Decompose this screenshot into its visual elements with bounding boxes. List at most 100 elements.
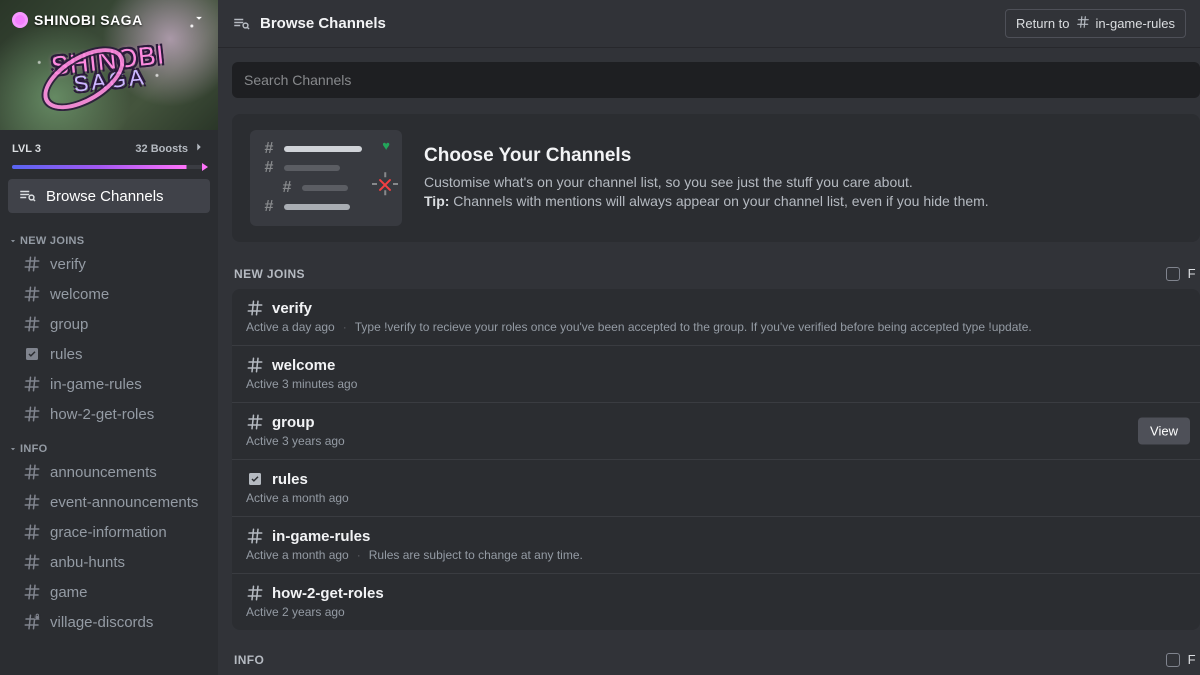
hash-icon <box>246 299 264 317</box>
sidebar-item-village-discords[interactable]: village-discords <box>6 608 212 636</box>
sidebar-item-label: village-discords <box>50 614 204 631</box>
search-channels[interactable] <box>232 62 1200 98</box>
sidebar-item-label: rules <box>50 346 204 363</box>
hash-icon <box>22 315 42 333</box>
hash-icon <box>246 584 264 602</box>
channel-name: welcome <box>272 357 335 374</box>
server-banner[interactable]: SHINOBI SAGA SHINOBI SAGA <box>0 0 218 130</box>
sidebar-item-grace-information[interactable]: grace-information <box>6 518 212 546</box>
channel-active: Active a month ago <box>246 548 349 562</box>
main-area: Browse Channels Return to in-game-rules … <box>218 0 1200 675</box>
browse-icon <box>18 187 36 205</box>
hero-illustration: ♥ # # # # <box>250 130 402 226</box>
channel-active: Active 3 years ago <box>246 434 345 448</box>
boost-row[interactable]: LVL 3 32 Boosts <box>0 130 218 163</box>
channel-row-welcome[interactable]: welcome Active 3 minutes ago <box>232 346 1200 403</box>
rules-icon <box>22 345 42 363</box>
channel-name: group <box>272 414 315 431</box>
sidebar-item-in-game-rules[interactable]: in-game-rules <box>6 370 212 398</box>
channel-row-in-game-rules[interactable]: in-game-rules Active a month ago · Rules… <box>232 517 1200 574</box>
sidebar-item-label: anbu-hunts <box>50 554 204 571</box>
hash-icon <box>22 493 42 511</box>
channel-row-group[interactable]: group Active 3 years ago View <box>232 403 1200 460</box>
follow-category-checkbox[interactable] <box>1166 267 1180 281</box>
server-badge-icon <box>12 12 28 28</box>
chevron-down-icon <box>8 444 18 454</box>
sidebar-item-label: welcome <box>50 286 204 303</box>
server-wordmark: SHINOBI SAGA <box>50 43 168 97</box>
sidebar-item-verify[interactable]: verify <box>6 250 212 278</box>
section-title: NEW JOINS <box>234 267 305 281</box>
channel-active: Active 2 years ago <box>246 605 345 619</box>
heart-icon: ♥ <box>382 138 390 153</box>
section-header-new-joins: NEW JOINS F <box>232 262 1200 289</box>
channel-row-verify[interactable]: verify Active a day ago · Type !verify t… <box>232 289 1200 346</box>
choose-channels-hero: ♥ # # # # Choose Your Channels Customise… <box>232 114 1200 242</box>
browse-icon <box>232 15 250 33</box>
sidebar-item-label: verify <box>50 256 204 273</box>
lock-hash-icon <box>22 613 42 631</box>
chevron-right-icon <box>192 140 206 157</box>
return-prefix: Return to <box>1016 16 1069 31</box>
hash-icon <box>22 553 42 571</box>
channel-active: Active a day ago <box>246 320 335 334</box>
channel-desc: Rules are subject to change at any time. <box>369 548 583 562</box>
view-channel-button[interactable]: View <box>1138 418 1190 445</box>
hash-icon <box>1076 15 1090 32</box>
hash-icon <box>22 255 42 273</box>
hash-icon <box>22 523 42 541</box>
category-label: INFO <box>20 443 47 455</box>
sidebar-item-welcome[interactable]: welcome <box>6 280 212 308</box>
section-header-info: INFO F <box>232 648 1200 675</box>
sidebar-item-event-announcements[interactable]: event-announcements <box>6 488 212 516</box>
channel-row-rules[interactable]: rules Active a month ago <box>232 460 1200 517</box>
x-icon <box>378 178 392 192</box>
follow-category-label: F <box>1188 266 1196 281</box>
channel-active: Active 3 minutes ago <box>246 377 357 391</box>
category-info[interactable]: INFO <box>0 429 218 457</box>
sidebar-item-anbu-hunts[interactable]: anbu-hunts <box>6 548 212 576</box>
channel-row-how-2-get-roles[interactable]: how-2-get-roles Active 2 years ago <box>232 574 1200 630</box>
sidebar-item-how-2-get-roles[interactable]: how-2-get-roles <box>6 400 212 428</box>
hash-icon <box>22 285 42 303</box>
hash-icon <box>22 463 42 481</box>
browse-channels-button[interactable]: Browse Channels <box>8 179 210 213</box>
category-new-joins[interactable]: NEW JOINS <box>0 221 218 249</box>
channel-name: rules <box>272 471 308 488</box>
channel-desc: Type !verify to recieve your roles once … <box>355 320 1032 334</box>
sidebar-item-rules[interactable]: rules <box>6 340 212 368</box>
hash-icon <box>22 405 42 423</box>
page-title: Browse Channels <box>260 15 995 32</box>
sidebar-item-label: event-announcements <box>50 494 204 511</box>
return-to-channel-button[interactable]: Return to in-game-rules <box>1005 9 1186 38</box>
search-input[interactable] <box>244 72 1188 88</box>
hero-title: Choose Your Channels <box>424 145 989 167</box>
hero-tip-text: Channels with mentions will always appea… <box>449 193 988 209</box>
sidebar-item-label: announcements <box>50 464 204 481</box>
browse-channels-label: Browse Channels <box>46 188 164 205</box>
topbar: Browse Channels Return to in-game-rules <box>218 0 1200 48</box>
channel-name: how-2-get-roles <box>272 585 384 602</box>
boost-level: LVL 3 <box>12 143 41 155</box>
sidebar-item-announcements[interactable]: announcements <box>6 458 212 486</box>
channel-list-new-joins: verify Active a day ago · Type !verify t… <box>232 289 1200 630</box>
sidebar-item-game[interactable]: game <box>6 578 212 606</box>
boost-count: 32 Boosts <box>135 143 188 155</box>
follow-category-checkbox[interactable] <box>1166 653 1180 667</box>
section-title: INFO <box>234 653 264 667</box>
hero-tip-label: Tip: <box>424 193 449 209</box>
hash-icon <box>246 413 264 431</box>
chevron-down-icon <box>8 236 18 246</box>
hash-icon <box>246 356 264 374</box>
rules-icon <box>246 470 264 488</box>
hero-line1: Customise what's on your channel list, s… <box>424 173 989 192</box>
category-label: NEW JOINS <box>20 235 84 247</box>
hash-icon <box>22 375 42 393</box>
follow-category-label: F <box>1188 652 1196 667</box>
return-channel-name: in-game-rules <box>1096 16 1175 31</box>
server-sidebar: SHINOBI SAGA SHINOBI SAGA LVL 3 32 Boost… <box>0 0 218 675</box>
chevron-down-icon[interactable] <box>192 11 206 30</box>
sidebar-item-group[interactable]: group <box>6 310 212 338</box>
hash-icon <box>22 583 42 601</box>
app-root: SHINOBI SAGA SHINOBI SAGA LVL 3 32 Boost… <box>0 0 1200 675</box>
